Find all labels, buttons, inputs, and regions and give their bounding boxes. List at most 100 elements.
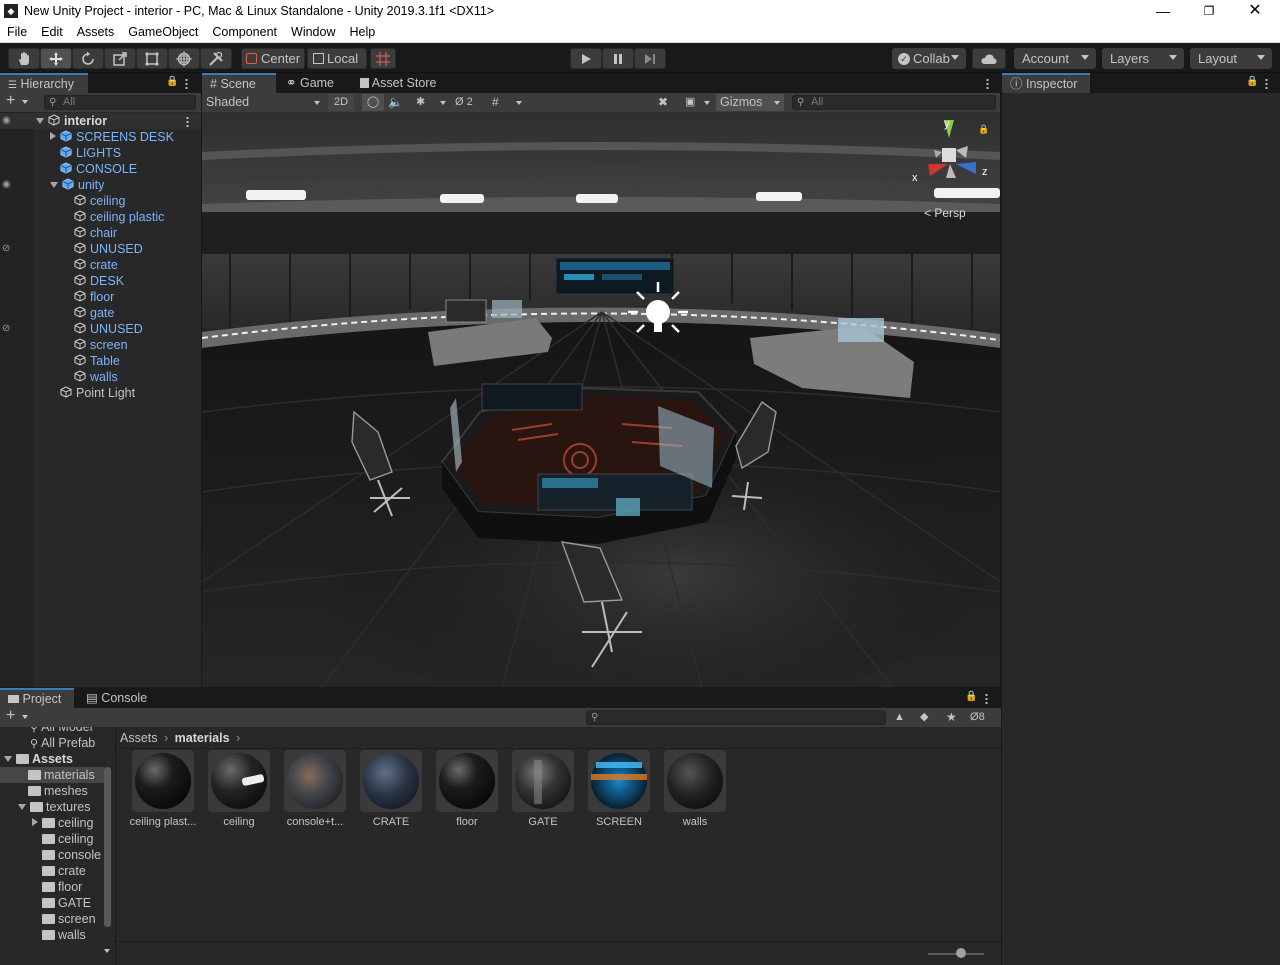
- material-asset[interactable]: floor: [427, 750, 507, 830]
- minimize-icon[interactable]: —: [1140, 0, 1186, 22]
- projection-label[interactable]: < Persp: [924, 206, 966, 220]
- material-asset[interactable]: CRATE: [351, 750, 431, 830]
- tab-inspector[interactable]: ⓘ Inspector: [1002, 73, 1090, 93]
- project-tree-item[interactable]: ceiling: [0, 815, 104, 831]
- project-tree-item[interactable]: walls: [0, 927, 104, 943]
- rect-tool-icon[interactable]: [136, 48, 168, 69]
- gizmos-dropdown[interactable]: Gizmos: [716, 94, 784, 111]
- fold-open-icon[interactable]: [50, 182, 58, 188]
- tab-asset-store[interactable]: Asset Store: [352, 73, 452, 93]
- layout-dropdown[interactable]: Layout: [1190, 48, 1272, 69]
- scale-tool-icon[interactable]: [104, 48, 136, 69]
- orientation-gizmo[interactable]: y x z 🔒 < Persp: [910, 116, 998, 220]
- project-tree-item[interactable]: ⚲ All Model: [0, 727, 104, 735]
- rotate-tool-icon[interactable]: [72, 48, 104, 69]
- zoom-slider-handle[interactable]: [956, 948, 966, 958]
- project-tree-item[interactable]: console: [0, 847, 104, 863]
- lock-icon[interactable]: 🔒: [166, 76, 178, 87]
- project-tree-item[interactable]: crate: [0, 863, 104, 879]
- hierarchy-item[interactable]: LIGHTS: [0, 145, 201, 161]
- tab-scene[interactable]: # Scene: [202, 73, 276, 93]
- project-tree-item[interactable]: meshes: [0, 783, 104, 799]
- hierarchy-item[interactable]: walls: [0, 369, 201, 385]
- camera-chevron-down-icon[interactable]: [704, 101, 710, 105]
- scene-viewport[interactable]: y x z 🔒 < Persp: [202, 112, 1000, 687]
- scene-menu-dots-icon[interactable]: [186, 116, 189, 127]
- material-asset[interactable]: SCREEN: [579, 750, 659, 830]
- restore-icon[interactable]: ❐: [1186, 0, 1232, 22]
- project-menu-icon[interactable]: [985, 693, 988, 704]
- account-dropdown[interactable]: Account: [1014, 48, 1096, 69]
- favorites-star-icon[interactable]: ★: [946, 709, 957, 726]
- fold-open-icon[interactable]: [18, 804, 26, 810]
- camera-icon[interactable]: ▣: [685, 94, 695, 111]
- close-icon[interactable]: ✕: [1232, 0, 1278, 22]
- project-tree-item[interactable]: floor: [0, 879, 104, 895]
- project-search-input[interactable]: ⚲: [586, 710, 886, 725]
- hierarchy-item[interactable]: SCREENS DESK: [0, 129, 201, 145]
- create-plus-icon[interactable]: +: [6, 92, 15, 110]
- audio-icon[interactable]: 🔈: [388, 94, 403, 111]
- hierarchy-item[interactable]: Point Light: [0, 385, 201, 401]
- hierarchy-item[interactable]: ◉ unity: [0, 177, 201, 193]
- project-tree-item[interactable]: ⚲ All Prefab: [0, 735, 104, 751]
- step-button[interactable]: [634, 48, 666, 69]
- custom-tool-icon[interactable]: [200, 48, 232, 69]
- breadcrumb-materials[interactable]: materials: [175, 731, 230, 745]
- grid-snap-icon[interactable]: [370, 48, 396, 69]
- hierarchy-item[interactable]: Table: [0, 353, 201, 369]
- hierarchy-search-input[interactable]: ⚲ All: [44, 95, 196, 110]
- cloud-icon[interactable]: [972, 48, 1006, 69]
- hidden-eye-icon[interactable]: ⊘: [2, 321, 10, 337]
- material-asset[interactable]: ceiling plast...: [123, 750, 203, 830]
- menu-window[interactable]: Window: [284, 25, 342, 39]
- project-tree-item[interactable]: ceiling: [0, 831, 104, 847]
- hidden-objects-toggle[interactable]: Ø 2: [455, 94, 473, 111]
- menu-component[interactable]: Component: [205, 25, 284, 39]
- layers-dropdown[interactable]: Layers: [1102, 48, 1184, 69]
- lighting-bulb-icon[interactable]: ◯: [362, 94, 384, 111]
- hand-tool-icon[interactable]: [8, 48, 40, 69]
- project-tree-item[interactable]: Assets: [0, 751, 104, 767]
- menu-gameobject[interactable]: GameObject: [121, 25, 205, 39]
- tab-console[interactable]: ▤ Console: [78, 688, 158, 708]
- filter-by-type-icon[interactable]: ▲: [894, 709, 905, 726]
- tab-hierarchy[interactable]: ☰ Hierarchy: [0, 73, 88, 93]
- effects-icon[interactable]: ✱: [416, 94, 425, 111]
- hierarchy-item[interactable]: DESK: [0, 273, 201, 289]
- menu-help[interactable]: Help: [342, 25, 382, 39]
- filter-by-label-icon[interactable]: ◆: [920, 709, 928, 726]
- hierarchy-item[interactable]: ⊘ UNUSED: [0, 241, 201, 257]
- move-tool-icon[interactable]: [40, 48, 72, 69]
- hierarchy-item[interactable]: ceiling plastic: [0, 209, 201, 225]
- fold-open-icon[interactable]: [4, 756, 12, 762]
- hierarchy-item[interactable]: CONSOLE: [0, 161, 201, 177]
- tab-game[interactable]: ⚭ Game: [278, 73, 350, 93]
- grid-chevron-down-icon[interactable]: [516, 101, 522, 105]
- hierarchy-item[interactable]: ceiling: [0, 193, 201, 209]
- project-lock-icon[interactable]: 🔒: [965, 691, 977, 702]
- gizmo-lock-icon[interactable]: 🔒: [978, 124, 989, 135]
- pause-button[interactable]: [602, 48, 634, 69]
- tree-scrollbar[interactable]: [104, 767, 111, 927]
- tools-icon[interactable]: ✖: [658, 94, 668, 111]
- hierarchy-item[interactable]: chair: [0, 225, 201, 241]
- material-asset[interactable]: GATE: [503, 750, 583, 830]
- eye-icon[interactable]: ◉: [2, 177, 11, 193]
- grid-icon[interactable]: #: [492, 94, 499, 111]
- project-tree-item[interactable]: GATE: [0, 895, 104, 911]
- eye-icon[interactable]: ◉: [2, 113, 11, 129]
- menu-file[interactable]: File: [0, 25, 34, 39]
- project-tree-item[interactable]: materials: [0, 767, 104, 783]
- play-button[interactable]: [570, 48, 602, 69]
- hierarchy-item[interactable]: floor: [0, 289, 201, 305]
- fold-closed-icon[interactable]: [32, 818, 38, 826]
- material-asset[interactable]: ceiling: [199, 750, 279, 830]
- hierarchy-item[interactable]: crate: [0, 257, 201, 273]
- pivot-center-button[interactable]: Center: [241, 48, 305, 69]
- fold-closed-icon[interactable]: [50, 132, 56, 140]
- inspector-lock-icon[interactable]: 🔒: [1246, 76, 1258, 87]
- pivot-local-button[interactable]: Local: [307, 48, 367, 69]
- scene-menu-icon[interactable]: [986, 78, 989, 89]
- menu-edit[interactable]: Edit: [34, 25, 70, 39]
